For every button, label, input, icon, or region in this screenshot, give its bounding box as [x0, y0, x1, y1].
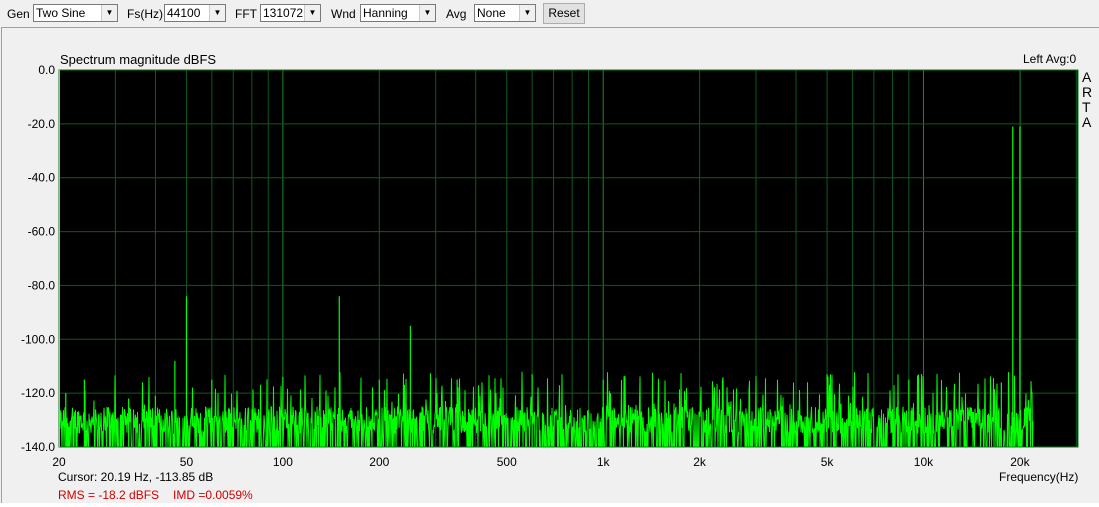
- y-tick-label: 0.0: [38, 63, 55, 77]
- x-tick-label: 1k: [597, 455, 611, 469]
- y-tick-label: -100.0: [21, 332, 55, 346]
- x-tick-label: 100: [273, 455, 293, 469]
- y-tick-label: -140.0: [21, 440, 55, 454]
- x-tick-label: 5k: [821, 455, 835, 469]
- x-tick-label: 50: [180, 455, 194, 469]
- x-tick-label: 500: [497, 455, 517, 469]
- x-tick-label: 20k: [1010, 455, 1030, 469]
- y-tick-label: -40.0: [28, 171, 56, 185]
- y-tick-label: -80.0: [28, 278, 56, 292]
- x-tick-label: 10k: [914, 455, 934, 469]
- y-tick-label: -60.0: [28, 225, 56, 239]
- spectrum-chart[interactable]: 0.0 -20.0 -40.0 -60.0 -80.0 -100.0 -120.0 -140.…: [0, 0, 1099, 507]
- x-tick-label: 200: [369, 455, 389, 469]
- y-tick-label: -120.0: [21, 386, 55, 400]
- x-tick-label: 2k: [693, 455, 707, 469]
- y-tick-label: -20.0: [28, 117, 56, 131]
- x-tick-label: 20: [52, 455, 66, 469]
